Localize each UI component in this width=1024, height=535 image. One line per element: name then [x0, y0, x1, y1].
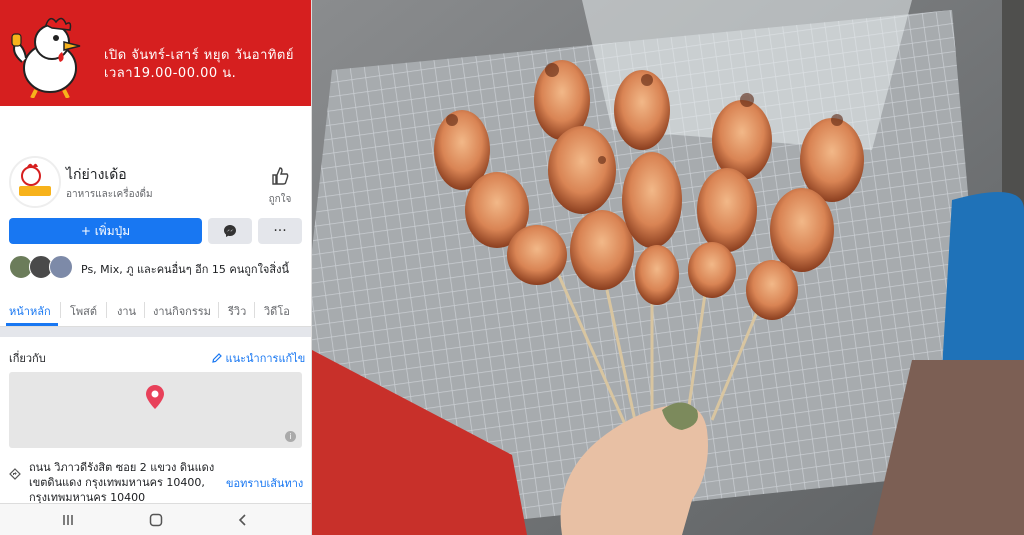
pencil-icon [212, 353, 222, 363]
friends-like-row[interactable]: Ps, Mix, ภู และคนอื่นๆ อีก 15 คนถูกใจสิ่… [9, 255, 304, 279]
tab-divider [60, 302, 61, 318]
chicken-mascot-icon [11, 17, 81, 98]
grilled-chicken-skewers-image [312, 0, 1024, 535]
suggest-edit-link[interactable]: แนะนำการแก้ไข [212, 349, 305, 367]
suggest-edit-label: แนะนำการแก้ไข [225, 352, 306, 365]
avatar[interactable] [9, 156, 61, 208]
tab-events[interactable]: งานกิจกรรม [153, 302, 211, 320]
tab-divider [254, 302, 255, 318]
about-section-title: เกี่ยวกับ [9, 352, 46, 365]
facebook-page-screenshot: เปิด จันทร์-เสาร์ หยุด วันอาทิตย์ เวลา19… [0, 0, 312, 535]
map-pin-icon [146, 385, 164, 409]
tab-videos[interactable]: วิดีโอ [264, 302, 290, 320]
tab-home[interactable]: หน้าหลัก [9, 302, 51, 320]
thumbs-up-icon [272, 167, 289, 185]
page-title: ไก่ย่างเด้อ [66, 167, 127, 183]
messenger-button[interactable] [208, 218, 252, 244]
cover-photo: เปิด จันทร์-เสาร์ หยุด วันอาทิตย์ เวลา19… [0, 0, 311, 106]
home-icon[interactable] [148, 512, 164, 528]
more-options-button[interactable]: ··· [258, 218, 302, 244]
tab-reviews[interactable]: รีวิว [228, 302, 246, 320]
info-icon[interactable]: i [285, 431, 296, 442]
tab-posts[interactable]: โพสต์ [70, 302, 97, 320]
tab-divider [144, 302, 145, 318]
cover-hours-line2: เวลา19.00-00.00 น. [104, 66, 237, 81]
tab-jobs[interactable]: งาน [117, 302, 136, 320]
like-label: ถูกใจ [268, 194, 292, 205]
add-button[interactable]: + เพิ่มปุ่ม [9, 218, 202, 244]
location-map[interactable]: i [9, 372, 302, 448]
grilled-chicken-photo [312, 0, 1024, 535]
tab-divider [218, 302, 219, 318]
get-directions-link[interactable]: ขอทราบเส้นทาง [226, 474, 303, 492]
section-divider [0, 327, 311, 337]
like-button[interactable]: ถูกใจ [266, 166, 294, 207]
back-icon[interactable] [235, 512, 251, 528]
messenger-icon [224, 225, 236, 237]
active-tab-indicator [6, 323, 58, 326]
page-tabs: หน้าหลัก โพสต์ งาน งานกิจกรรม รีวิว วิดี… [0, 294, 311, 327]
page-category: อาหารและเครื่องดื่ม [66, 189, 153, 200]
address-diamond-icon [9, 468, 21, 480]
tab-divider [106, 302, 107, 318]
friends-like-text: Ps, Mix, ภู และคนอื่นๆ อีก 15 คนถูกใจสิ่… [81, 263, 289, 276]
friend-avatar [49, 255, 73, 279]
recent-apps-icon[interactable] [60, 512, 76, 528]
android-nav-bar [0, 503, 311, 535]
profile-logo-icon [11, 158, 59, 206]
